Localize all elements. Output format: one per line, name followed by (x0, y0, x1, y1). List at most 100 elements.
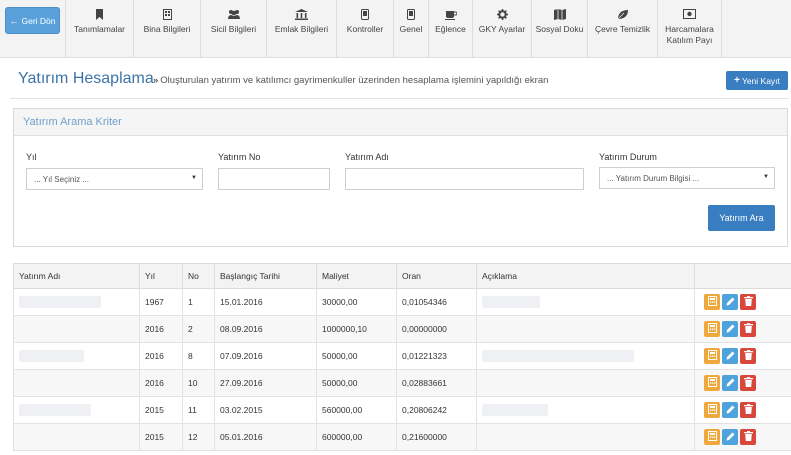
calculator-button[interactable] (704, 429, 720, 445)
investment-status-label: Yatırım Durum (599, 152, 657, 162)
phone-icon (407, 8, 415, 20)
nav-item-label: Harcamalara Katılım Payı (665, 24, 714, 45)
nav-item[interactable]: GKY Ayarlar (473, 0, 532, 58)
table-row[interactable]: 2015 11 03.02.2015 560000,00 0,20806242 (13, 396, 791, 424)
nav-item-label: Genel (399, 24, 423, 34)
nav-item[interactable]: Bina Bilgileri (134, 0, 201, 58)
caret-down-icon: ▼ (191, 175, 197, 181)
nav-item-label: GKY Ayarlar (478, 24, 526, 34)
nav-item[interactable]: Sosyal Doku (532, 0, 588, 58)
cell-rate: 0,01054346 (396, 288, 477, 316)
delete-button[interactable] (740, 348, 756, 364)
calculator-button[interactable] (704, 321, 720, 337)
nav-item-label: Emlak Bilgileri (274, 24, 329, 34)
table-row[interactable]: 1967 1 15.01.2016 30000,00 0,01054346 (13, 288, 791, 316)
investment-status-select[interactable]: ... Yatırım Durum Bilgisi ... ▼ (599, 167, 775, 189)
calculator-icon (707, 296, 717, 308)
cell-start-date: 27.09.2016 (214, 369, 317, 397)
cell-no: 11 (182, 396, 215, 424)
edit-button[interactable] (722, 402, 738, 418)
investment-name-input[interactable] (345, 168, 584, 190)
delete-button[interactable] (740, 375, 756, 391)
cell-rate: 0,20806242 (396, 396, 477, 424)
plus-icon: + (734, 75, 740, 86)
cell-no: 8 (182, 342, 215, 370)
cell-cost: 560000,00 (316, 396, 397, 424)
table-row[interactable]: 2016 2 08.09.2016 1000000,10 0,00000000 (13, 315, 791, 343)
calculator-button[interactable] (704, 348, 720, 364)
nav-item[interactable]: Kontroller (337, 0, 394, 58)
building-icon (162, 8, 172, 20)
redacted-text (482, 296, 540, 308)
pencil-icon (726, 324, 735, 335)
calculator-button[interactable] (704, 375, 720, 391)
delete-button[interactable] (740, 402, 756, 418)
nav-item[interactable]: Tanımlamalar (65, 0, 134, 58)
pencil-icon (726, 405, 735, 416)
nav-item[interactable]: Genel (394, 0, 429, 58)
delete-button[interactable] (740, 294, 756, 310)
investment-no-label: Yatırım No (218, 152, 261, 162)
cell-actions (694, 315, 791, 343)
delete-button[interactable] (740, 321, 756, 337)
cell-start-date: 03.02.2015 (214, 396, 317, 424)
nav-item[interactable]: Sicil Bilgileri (201, 0, 267, 58)
nav-item-label: Sicil Bilgileri (210, 24, 257, 34)
edit-button[interactable] (722, 321, 738, 337)
cell-actions (694, 423, 791, 451)
cell-cost: 50000,00 (316, 369, 397, 397)
redacted-text (19, 350, 84, 362)
cell-investment-name (13, 288, 140, 316)
nav-item-label: Sosyal Doku (535, 24, 584, 34)
pencil-icon (726, 297, 735, 308)
column-header: Yatırım Adı (13, 263, 140, 289)
cell-start-date: 15.01.2016 (214, 288, 317, 316)
calculator-button[interactable] (704, 402, 720, 418)
edit-button[interactable] (722, 348, 738, 364)
trash-icon (743, 350, 753, 362)
year-select[interactable]: ... Yıl Seçiniz ... ▼ (26, 168, 203, 190)
nav-item-label: Bina Bilgileri (143, 24, 191, 34)
edit-button[interactable] (722, 294, 738, 310)
cell-investment-name (13, 369, 140, 397)
trash-icon (743, 377, 753, 389)
cell-rate: 0,02883661 (396, 369, 477, 397)
calculator-button[interactable] (704, 294, 720, 310)
table-header-row: Yatırım Adı Yıl No Başlangıç Tarihi Maliyet O… (13, 263, 791, 289)
cell-description (476, 288, 695, 316)
nav-item[interactable]: Emlak Bilgileri (267, 0, 337, 58)
cell-actions (694, 369, 791, 397)
year-label: Yıl (26, 152, 37, 162)
cell-actions (694, 342, 791, 370)
cell-year: 1967 (139, 288, 183, 316)
bookmark-icon (95, 8, 104, 20)
edit-button[interactable] (722, 375, 738, 391)
cell-start-date: 05.01.2016 (214, 423, 317, 451)
nav-item[interactable]: Eğlence (429, 0, 473, 58)
table-row[interactable]: 2015 12 05.01.2016 600000,00 0,21600000 (13, 423, 791, 451)
cell-no: 2 (182, 315, 215, 343)
investment-no-input[interactable] (218, 168, 330, 190)
nav-item[interactable]: Harcamalara Katılım Payı (658, 0, 722, 58)
cell-year: 2016 (139, 315, 183, 343)
year-select-value: ... Yıl Seçiniz ... (34, 175, 89, 184)
cell-description (476, 396, 695, 424)
table-row[interactable]: 2016 8 07.09.2016 50000,00 0,01221323 (13, 342, 791, 370)
search-button[interactable]: Yatırım Ara (708, 205, 775, 231)
trash-icon (743, 404, 753, 416)
edit-button[interactable] (722, 429, 738, 445)
cell-cost: 1000000,10 (316, 315, 397, 343)
back-button[interactable]: ← Geri Dön (5, 7, 60, 34)
new-record-button[interactable]: + Yeni Kayıt (726, 71, 788, 90)
search-panel-title: Yatırım Arama Kriter (14, 109, 787, 136)
redacted-text (482, 350, 634, 362)
top-navigation: ← Geri Dön Tanımlamalar Bina Bilgileri Sic… (0, 0, 791, 58)
cell-no: 1 (182, 288, 215, 316)
nav-item[interactable]: Çevre Temizlik (588, 0, 658, 58)
calculator-icon (707, 404, 717, 416)
cell-investment-name (13, 423, 140, 451)
delete-button[interactable] (740, 429, 756, 445)
redacted-text (19, 296, 101, 308)
cell-start-date: 07.09.2016 (214, 342, 317, 370)
table-row[interactable]: 2016 10 27.09.2016 50000,00 0,02883661 (13, 369, 791, 397)
